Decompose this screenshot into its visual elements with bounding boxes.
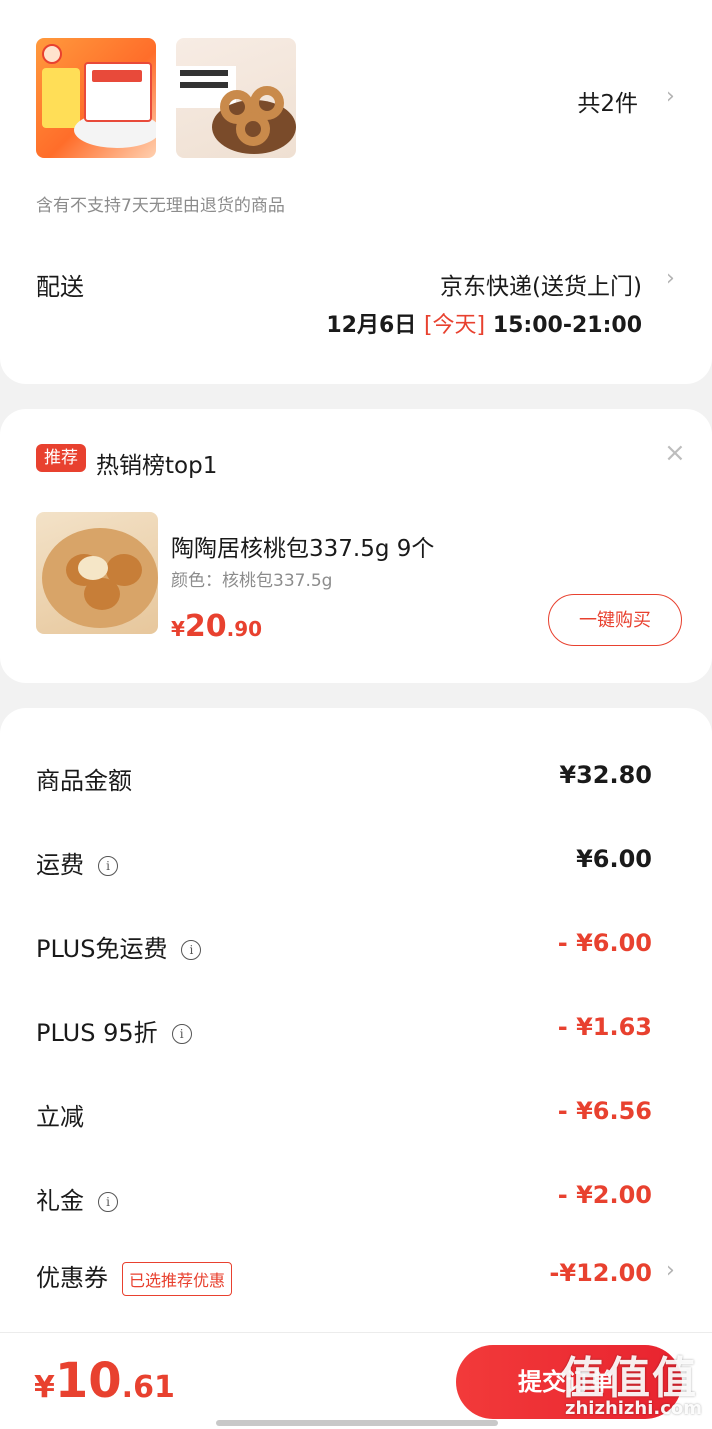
close-icon[interactable]: × [664, 438, 686, 468]
summary-value-gift-money: - ¥2.00 [557, 1181, 652, 1209]
summary-label-plus-free-shipping: PLUS免运费 [36, 935, 168, 963]
one-click-buy-button[interactable]: 一键购买 [548, 594, 682, 646]
delivery-time-slot[interactable]: 12月6日 [今天] 15:00-21:00 [326, 307, 642, 339]
bagel-graphic [236, 112, 270, 146]
chevron-right-icon[interactable]: › [666, 266, 675, 291]
product-thumbnail-bagels[interactable] [176, 38, 296, 158]
info-icon[interactable]: i [98, 856, 118, 876]
summary-value-coupon[interactable]: -¥12.00 [549, 1259, 652, 1287]
delivery-date: 12月6日 [326, 313, 417, 338]
summary-row-plus-free-shipping: PLUS免运费 i [36, 929, 202, 964]
summary-label-shipping: 运费 [36, 851, 84, 879]
delivery-today-tag: [今天] [423, 313, 486, 338]
recommended-product-price: ¥20.90 [171, 609, 262, 644]
summary-label-gift-money: 礼金 [36, 1187, 84, 1215]
summary-label-plus-discount: PLUS 95折 [36, 1019, 158, 1047]
delivery-label: 配送 [36, 273, 84, 301]
summary-row-shipping: 运费 i [36, 845, 118, 880]
watermark-site: zhizhizhi.com [565, 1398, 703, 1419]
price-currency: ¥ [171, 617, 185, 641]
delivery-method[interactable]: 京东快递(送货上门) [440, 267, 642, 301]
summary-row-gift-money: 礼金 i [36, 1181, 118, 1216]
delivery-time: 15:00-21:00 [492, 313, 642, 338]
coupon-recommended-tag: 已选推荐优惠 [122, 1262, 233, 1296]
summary-label-goods-amount: 商品金额 [36, 767, 132, 795]
summary-value-plus-free-shipping: - ¥6.00 [557, 929, 652, 957]
home-indicator[interactable] [216, 1420, 498, 1426]
info-icon[interactable]: i [181, 940, 202, 960]
product-thumbnail-dumplings[interactable] [36, 38, 156, 158]
item-count[interactable]: 共2件 [577, 84, 638, 118]
order-items-card: 共2件 › 含有不支持7天无理由退货的商品 配送 京东快递(送货上门) › 12… [0, 0, 712, 384]
recommended-product-image[interactable] [36, 512, 158, 634]
return-policy-notice: 含有不支持7天无理由退货的商品 [36, 196, 285, 216]
recommended-product-spec: 颜色：核桃包337.5g [171, 571, 333, 591]
chevron-right-icon[interactable]: › [666, 1258, 675, 1283]
info-icon[interactable]: i [171, 1024, 192, 1044]
summary-value-shipping: ¥6.00 [576, 845, 652, 873]
total-currency: ¥ [34, 1370, 55, 1405]
summary-label-coupon: 优惠券 [36, 1264, 108, 1292]
summary-row-plus-discount: PLUS 95折 i [36, 1013, 192, 1048]
price-decimal: .90 [226, 617, 263, 641]
promo-badge-graphic [42, 68, 80, 128]
info-icon[interactable]: i [98, 1192, 118, 1212]
bun-filling-graphic [78, 556, 108, 580]
order-total: ¥10.61 [34, 1353, 175, 1409]
summary-label-instant-discount: 立减 [36, 1103, 84, 1131]
total-decimal: .61 [121, 1370, 175, 1405]
package-graphic [84, 62, 152, 122]
summary-value-instant-discount: - ¥6.56 [557, 1097, 652, 1125]
recommended-product-name[interactable]: 陶陶居核桃包337.5g 9个 [171, 529, 434, 563]
summary-value-goods-amount: ¥32.80 [559, 761, 652, 789]
bun-graphic [84, 578, 120, 610]
watermark-logo: 值值值 [560, 1353, 698, 1404]
summary-value-plus-discount: - ¥1.63 [557, 1013, 652, 1041]
summary-row-coupon[interactable]: 优惠券 已选推荐优惠 [36, 1258, 233, 1296]
recommend-title: 热销榜top1 [96, 453, 218, 479]
brand-logo-icon [42, 44, 62, 64]
recommend-badge: 推荐 [36, 444, 86, 472]
total-integer: 10 [54, 1353, 122, 1409]
chevron-right-icon[interactable]: › [666, 84, 675, 109]
price-integer: 20 [184, 609, 227, 644]
